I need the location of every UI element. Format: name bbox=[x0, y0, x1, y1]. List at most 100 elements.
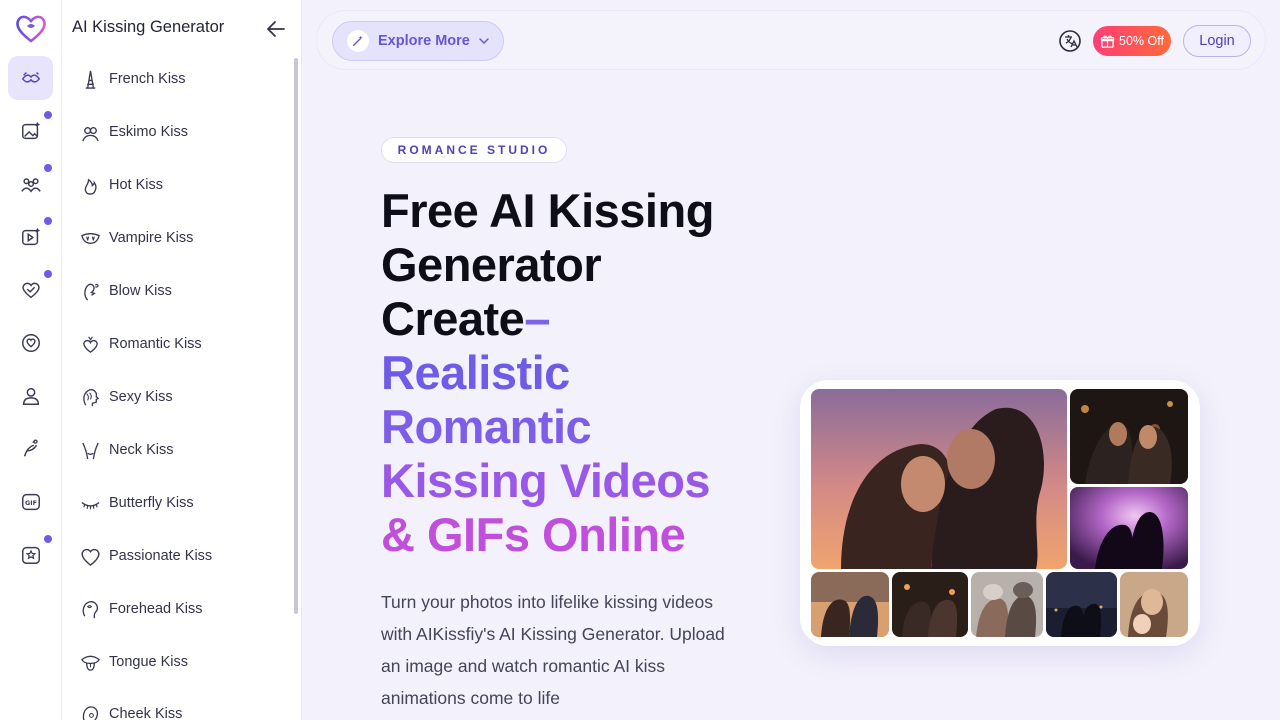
rail-kiss-button[interactable] bbox=[8, 56, 53, 100]
sidebar-item-label: Butterfly Kiss bbox=[109, 495, 194, 511]
sidebar-scrollbar[interactable] bbox=[294, 58, 298, 614]
rail-heart-check-button[interactable] bbox=[8, 268, 53, 312]
tongue-icon bbox=[81, 655, 100, 671]
hero-image-collage bbox=[800, 380, 1200, 646]
hero-title-dash: – bbox=[524, 292, 550, 345]
language-switch-button[interactable] bbox=[1058, 29, 1082, 53]
svg-text:GIF: GIF bbox=[24, 499, 36, 507]
sidebar-item-blow-kiss[interactable]: Blow Kiss bbox=[80, 279, 172, 303]
sidebar-item-vampire-kiss[interactable]: Vampire Kiss bbox=[80, 226, 193, 250]
collage-photo-sunset-couple bbox=[811, 389, 1067, 569]
hero-title-line: Create– bbox=[381, 292, 781, 346]
hero-title-highlight: Realistic bbox=[381, 346, 570, 399]
fangs-icon bbox=[81, 232, 100, 244]
sidebar-item-passionate-kiss[interactable]: Passionate Kiss bbox=[80, 544, 212, 568]
rail-heart-chat-button[interactable] bbox=[8, 321, 53, 365]
sidebar-item-eskimo-kiss[interactable]: Eskimo Kiss bbox=[80, 120, 188, 144]
chevron-down-icon bbox=[479, 38, 489, 45]
gift-icon bbox=[1100, 35, 1115, 48]
collage-photo-thumb-2 bbox=[892, 572, 968, 637]
explore-more-label: Explore More bbox=[378, 33, 470, 49]
cheek-icon bbox=[82, 705, 99, 720]
sidebar-item-label: Eskimo Kiss bbox=[109, 124, 188, 140]
eiffel-tower-icon bbox=[85, 70, 96, 89]
group-icon bbox=[20, 178, 41, 193]
avatar-icon bbox=[22, 387, 39, 405]
collage-photo-thumb-5 bbox=[1120, 572, 1188, 637]
heart-chat-icon bbox=[21, 334, 40, 352]
sidebar-item-label: Passionate Kiss bbox=[109, 548, 213, 564]
sidebar-item-label: Romantic Kiss bbox=[109, 336, 202, 352]
sidebar-item-label: Hot Kiss bbox=[109, 177, 163, 193]
rail-video-button[interactable] bbox=[8, 215, 53, 259]
collage-photo-night-city bbox=[1070, 389, 1188, 484]
login-button[interactable]: Login bbox=[1183, 25, 1251, 57]
blow-kiss-icon bbox=[84, 283, 99, 301]
couple-icon bbox=[82, 126, 99, 141]
rail-avatar-button[interactable] bbox=[8, 374, 53, 418]
rail-pose-button[interactable] bbox=[8, 427, 53, 471]
icon-rail: GIF bbox=[0, 0, 62, 720]
sidebar-item-french-kiss[interactable]: French Kiss bbox=[80, 67, 186, 91]
pose-icon bbox=[23, 439, 38, 457]
new-dot bbox=[44, 217, 52, 225]
sidebar-item-butterfly-kiss[interactable]: Butterfly Kiss bbox=[80, 491, 194, 515]
head-icon bbox=[82, 600, 99, 618]
flame-icon bbox=[84, 178, 97, 195]
logo-icon[interactable] bbox=[14, 12, 48, 44]
neck-icon bbox=[82, 442, 99, 459]
sidebar-item-label: Vampire Kiss bbox=[109, 230, 194, 246]
sidebar-item-forehead-kiss[interactable]: Forehead Kiss bbox=[80, 597, 203, 621]
sidebar-menu: AI Kissing Generator French Kiss Eskimo … bbox=[62, 0, 302, 720]
new-dot bbox=[44, 535, 52, 543]
video-sparkle-icon bbox=[21, 227, 40, 246]
collage-photo-thumb-4 bbox=[1046, 572, 1117, 637]
heart-check-icon bbox=[21, 282, 40, 299]
magic-wand-icon bbox=[347, 30, 369, 52]
hero-title-line: Generator bbox=[381, 238, 602, 291]
rail-image-button[interactable] bbox=[8, 109, 53, 153]
rail-gif-button[interactable]: GIF bbox=[8, 480, 53, 524]
star-frame-icon bbox=[21, 546, 40, 564]
collapse-sidebar-button[interactable] bbox=[265, 18, 287, 40]
kiss-lips-icon bbox=[21, 71, 40, 83]
eyelash-icon bbox=[81, 501, 100, 509]
rail-group-button[interactable] bbox=[8, 162, 53, 206]
new-dot bbox=[44, 164, 52, 172]
sidebar-item-label: Sexy Kiss bbox=[109, 389, 173, 405]
explore-more-button[interactable]: Explore More bbox=[332, 21, 504, 61]
heart-outline-icon bbox=[81, 548, 100, 566]
sidebar-item-sexy-kiss[interactable]: Sexy Kiss bbox=[80, 385, 173, 409]
sidebar-item-label: Neck Kiss bbox=[109, 442, 174, 458]
promo-label: 50% Off bbox=[1119, 34, 1164, 48]
sidebar-item-label: Blow Kiss bbox=[109, 283, 172, 299]
gif-icon: GIF bbox=[21, 493, 40, 511]
translate-icon bbox=[1059, 30, 1081, 52]
hero-badge: ROMANCE STUDIO bbox=[381, 137, 567, 163]
collage-photo-thumb-3 bbox=[971, 572, 1043, 637]
new-dot bbox=[44, 111, 52, 119]
hero-title: Free AI Kissing Generator Create– Realis… bbox=[381, 184, 781, 562]
promo-discount-button[interactable]: 50% Off bbox=[1093, 26, 1171, 56]
hero-title-highlight: & GIFs Online bbox=[381, 508, 686, 561]
collage-photo-moon-silhouette bbox=[1070, 487, 1188, 569]
sidebar-item-cheek-kiss[interactable]: Cheek Kiss bbox=[80, 702, 182, 720]
hero-title-highlight: Kissing Videos bbox=[381, 454, 711, 507]
arrow-left-icon bbox=[267, 21, 285, 37]
sidebar-title: AI Kissing Generator bbox=[72, 18, 225, 36]
top-bar: Explore More 50% Off Login bbox=[316, 10, 1266, 70]
hero-title-highlight: Romantic bbox=[381, 400, 592, 453]
rail-star-button[interactable] bbox=[8, 533, 53, 577]
new-dot bbox=[44, 270, 52, 278]
hero-title-create: Create bbox=[381, 292, 525, 345]
sidebar-item-label: Cheek Kiss bbox=[109, 706, 183, 720]
sidebar-item-neck-kiss[interactable]: Neck Kiss bbox=[80, 438, 173, 462]
sidebar-item-tongue-kiss[interactable]: Tongue Kiss bbox=[80, 650, 188, 674]
sidebar-item-label: Tongue Kiss bbox=[109, 654, 188, 670]
heart-hands-icon bbox=[83, 336, 98, 353]
sidebar-item-romantic-kiss[interactable]: Romantic Kiss bbox=[80, 332, 202, 356]
image-sparkle-icon bbox=[21, 121, 40, 140]
sidebar-item-label: Forehead Kiss bbox=[109, 601, 203, 617]
collage-photo-thumb-1 bbox=[811, 572, 889, 637]
sidebar-item-hot-kiss[interactable]: Hot Kiss bbox=[80, 173, 163, 197]
